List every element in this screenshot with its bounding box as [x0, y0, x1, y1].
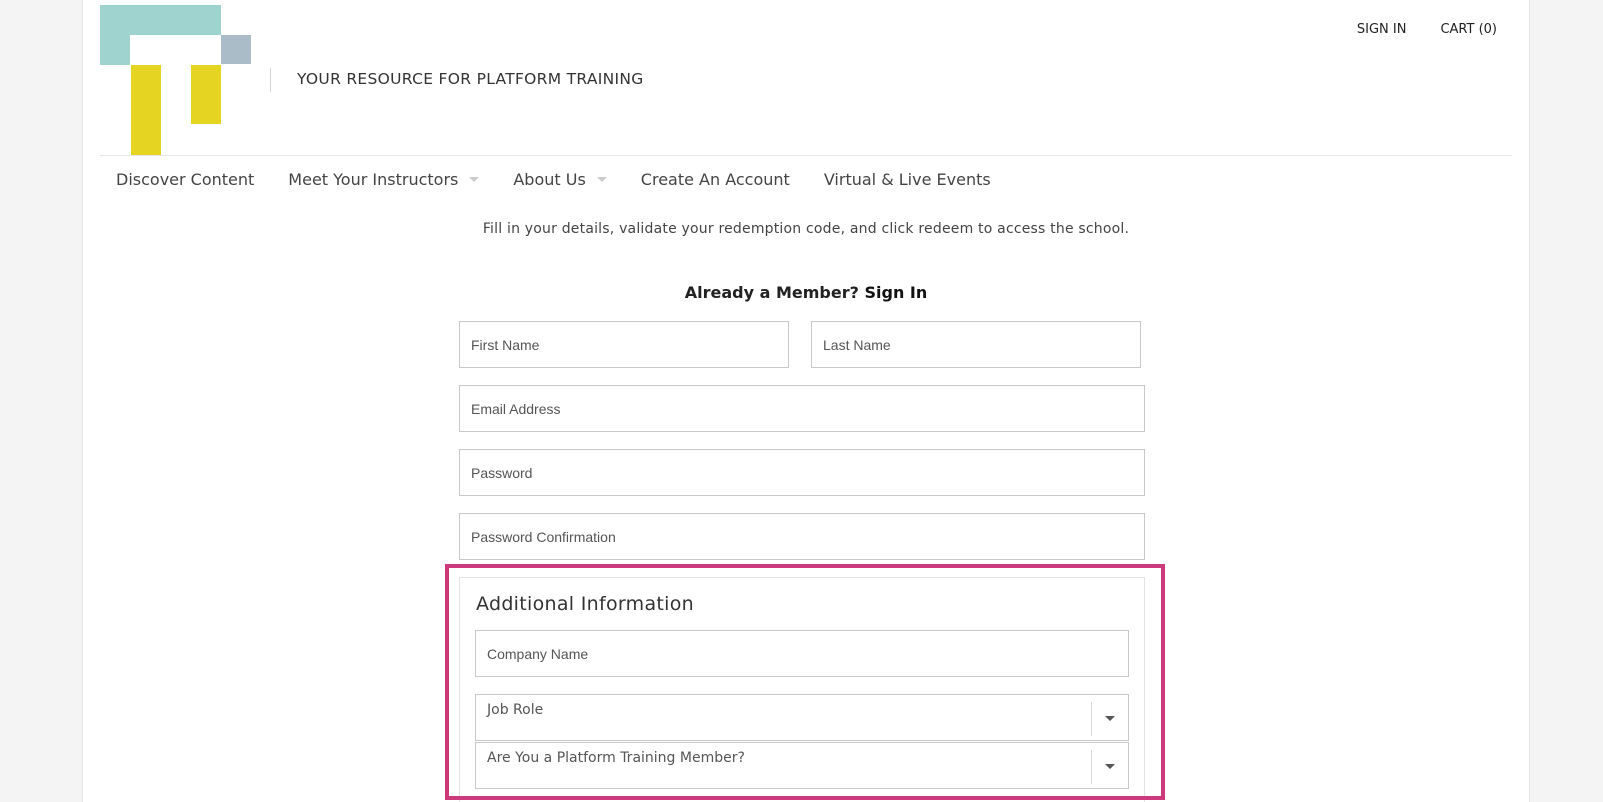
password-confirmation-placeholder: Password Confirmation	[471, 528, 616, 545]
last-name-placeholder: Last Name	[823, 336, 891, 353]
caret-down-icon	[596, 177, 607, 182]
logo-yellow-bar-left	[131, 65, 161, 156]
password-field[interactable]: Password	[459, 449, 1145, 496]
nav-item-label: Virtual & Live Events	[823, 170, 991, 189]
header-divider	[270, 68, 271, 92]
intro-text: Fill in your details, validate your rede…	[482, 221, 1130, 237]
logo-yellow-bar-right	[191, 65, 221, 124]
main-nav: Discover Content Meet Your Instructors A…	[116, 170, 1025, 189]
caret-down-icon	[469, 177, 480, 182]
nav-item-meet-your-instructors[interactable]: Meet Your Instructors	[288, 170, 480, 189]
member-prompt-text: Already a Member?	[684, 283, 859, 302]
nav-item-label: Discover Content	[116, 170, 255, 189]
top-links: SIGN IN CART (0)	[1357, 22, 1497, 37]
first-name-field[interactable]: First Name	[459, 321, 789, 368]
email-placeholder: Email Address	[471, 400, 561, 417]
page-container: YOUR RESOURCE FOR PLATFORM TRAINING SIGN…	[82, 0, 1530, 802]
nav-item-discover-content[interactable]: Discover Content	[116, 170, 254, 189]
nav-item-about-us[interactable]: About Us	[513, 170, 607, 189]
password-confirmation-field[interactable]: Password Confirmation	[459, 513, 1145, 560]
member-sign-in-link[interactable]: Sign In	[864, 283, 927, 302]
cart-link[interactable]: CART (0)	[1440, 22, 1497, 37]
nav-item-label: Meet Your Instructors	[288, 170, 459, 189]
last-name-field[interactable]: Last Name	[811, 321, 1141, 368]
email-field[interactable]: Email Address	[459, 385, 1145, 432]
sign-in-link[interactable]: SIGN IN	[1357, 22, 1407, 37]
site-tagline: YOUR RESOURCE FOR PLATFORM TRAINING	[297, 70, 644, 88]
logo-teal-block	[100, 35, 130, 65]
password-placeholder: Password	[471, 464, 533, 481]
first-name-placeholder: First Name	[471, 336, 540, 353]
nav-item-virtual-live-events[interactable]: Virtual & Live Events	[824, 170, 991, 189]
nav-item-label: About Us	[513, 170, 586, 189]
nav-item-create-an-account[interactable]: Create An Account	[641, 170, 790, 189]
header-separator	[100, 155, 1512, 156]
logo-teal-bar	[100, 5, 221, 35]
nav-item-label: Create An Account	[640, 170, 790, 189]
member-prompt: Already a Member? Sign In	[83, 283, 1529, 302]
logo[interactable]	[100, 5, 251, 157]
highlight-box	[445, 564, 1165, 800]
logo-grey-block	[221, 35, 251, 64]
